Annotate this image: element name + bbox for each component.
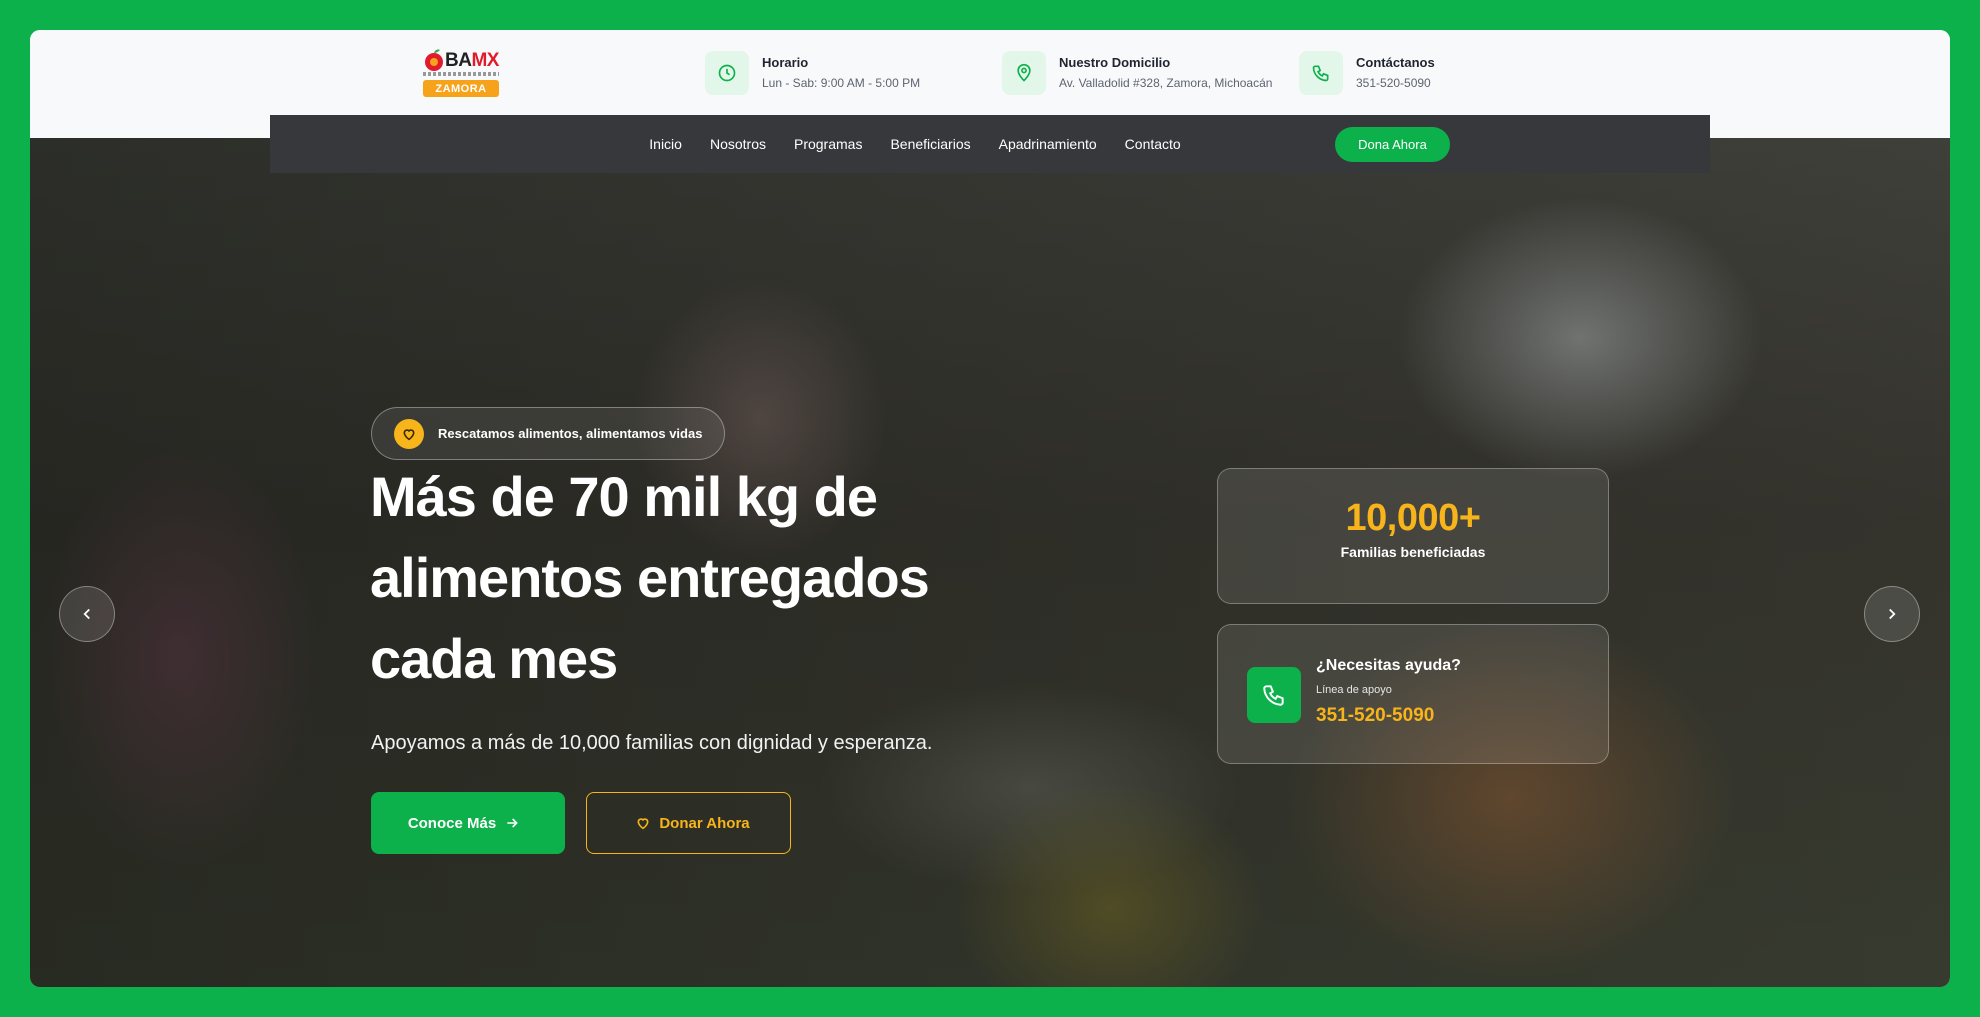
hero-tagline: Rescatamos alimentos, alimentamos vidas (371, 407, 726, 460)
info-address-title: Nuestro Domicilio (1059, 55, 1171, 70)
chevron-right-icon (1889, 608, 1896, 620)
info-address: Nuestro Domicilio Av. Valladolid #328, Z… (1002, 51, 1272, 95)
dona-ahora-button[interactable]: Dona Ahora (1335, 127, 1450, 162)
conoce-mas-label: Conoce Más (407, 814, 497, 832)
info-contact-title: Contáctanos (1356, 55, 1435, 70)
hero-headline-line-1: Más de 70 mil kg de (370, 465, 878, 528)
phone-icon (1299, 51, 1343, 95)
stats-card: 10,000+ Familias beneficiadas (1217, 468, 1609, 604)
phone-icon (1247, 667, 1301, 723)
hero-slider: Rescatamos alimentos, alimentamos vidas … (30, 138, 1950, 987)
info-hours-text: Lun - Sab: 9:00 AM - 5:00 PM (762, 76, 921, 90)
info-address-text: Av. Valladolid #328, Zamora, Michoacán (1059, 76, 1273, 90)
nav-links: Inicio Nosotros Programas Beneficiarios … (270, 115, 1710, 173)
arrow-right-icon (507, 818, 518, 828)
main-nav: Inicio Nosotros Programas Beneficiarios … (270, 115, 1710, 173)
clock-icon (705, 51, 749, 95)
help-title: ¿Necesitas ayuda? (1316, 657, 1461, 674)
nav-link-beneficiarios[interactable]: Beneficiarios (890, 136, 970, 152)
help-card: ¿Necesitas ayuda? Línea de apoyo 351-520… (1217, 624, 1609, 764)
hero-headline-line-2: alimentos entregados (370, 546, 930, 609)
nav-link-inicio[interactable]: Inicio (649, 136, 682, 152)
nav-link-programas[interactable]: Programas (794, 136, 862, 152)
hero-subheadline: Apoyamos a más de 10,000 familias con di… (371, 732, 933, 754)
nav-link-apadrinamiento[interactable]: Apadrinamiento (999, 136, 1097, 152)
map-pin-icon (1002, 51, 1046, 95)
heart-icon (394, 418, 424, 449)
hero-headline-line-3: cada mes (370, 627, 618, 690)
hero-tagline-text: Rescatamos alimentos, alimentamos vidas (438, 426, 703, 441)
help-subtitle: Línea de apoyo (1316, 684, 1392, 696)
stats-label: Familias beneficiadas (1340, 544, 1486, 560)
donar-ahora-button[interactable]: Donar Ahora (586, 792, 791, 854)
logo-badge: ZAMORA (423, 80, 499, 97)
slider-prev-button[interactable] (59, 586, 115, 642)
chevron-left-icon (83, 608, 90, 620)
logo-wordmark: BAMX (445, 50, 499, 71)
hero-content: Rescatamos alimentos, alimentamos vidas … (30, 138, 1950, 987)
logo-tagline-line (423, 72, 499, 76)
heart-icon (637, 818, 649, 830)
hero-headline: Más de 70 mil kg de alimentos entregados… (370, 456, 1070, 699)
logo[interactable]: BAMX ZAMORA (423, 46, 503, 98)
slider-next-button[interactable] (1864, 586, 1920, 642)
info-contact-phone[interactable]: 351-520-5090 (1356, 76, 1435, 90)
donar-ahora-label: Donar Ahora (659, 814, 750, 832)
stats-number: 10,000+ (1345, 497, 1481, 539)
info-contact: Contáctanos 351-520-5090 (1299, 51, 1435, 95)
help-phone[interactable]: 351-520-5090 (1316, 705, 1434, 727)
apple-logo-icon (425, 49, 443, 71)
nav-link-contacto[interactable]: Contacto (1125, 136, 1181, 152)
info-hours: Horario Lun - Sab: 9:00 AM - 5:00 PM (705, 51, 920, 95)
nav-link-nosotros[interactable]: Nosotros (710, 136, 766, 152)
browser-frame: BAMX ZAMORA Horario Lun - Sab: 9:00 AM -… (30, 30, 1950, 987)
info-hours-title: Horario (762, 55, 809, 70)
conoce-mas-button[interactable]: Conoce Más (371, 792, 565, 854)
